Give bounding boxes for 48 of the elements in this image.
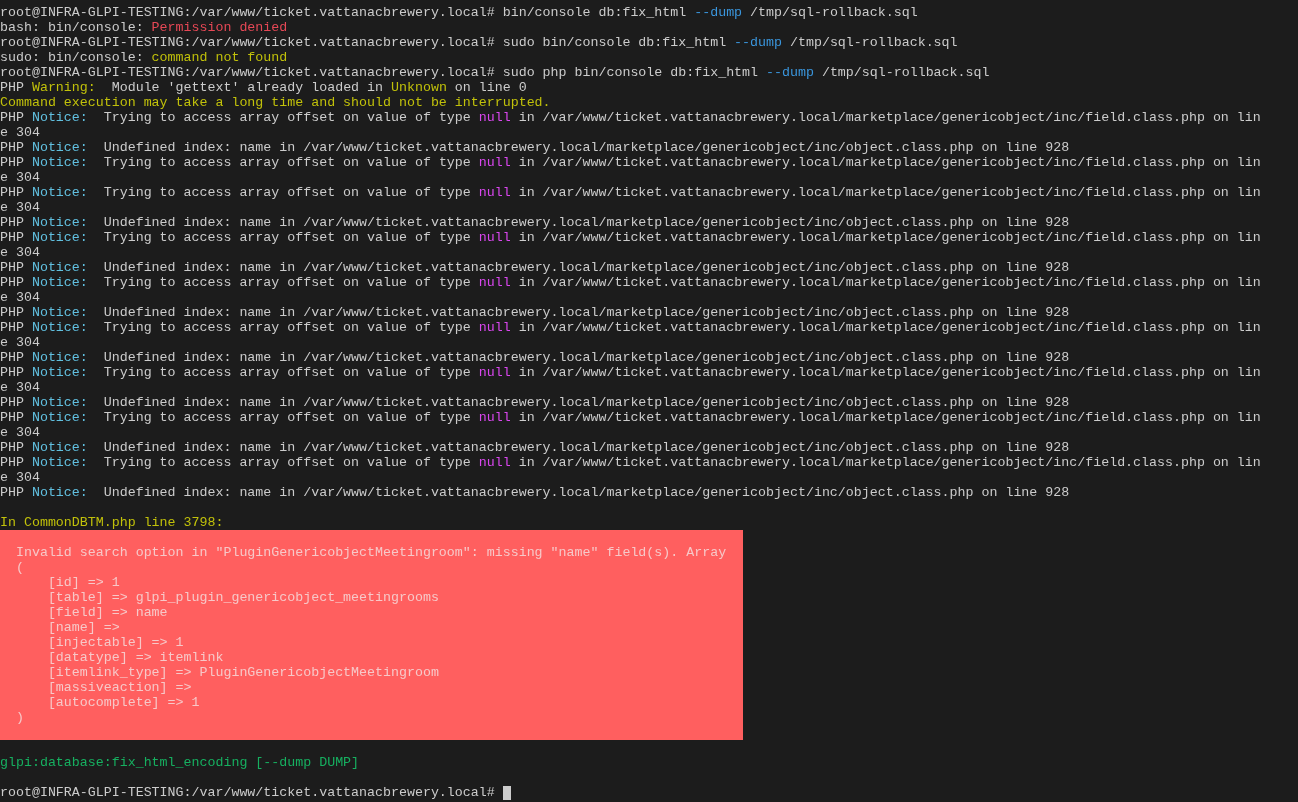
terminal-line: e 304 xyxy=(0,290,40,305)
error-line: [autocomplete] => 1 xyxy=(46,695,200,710)
terminal-line: PHP Warning: Module 'gettext' already loaded in Unknown on line 0 xyxy=(0,80,527,95)
terminal-line: PHP Notice: Trying to access array offset on value of type null in /var/www/ticket.vattanacbrewery.local/marketplace/genericobject/inc/field.class.php on lin xyxy=(0,275,1261,290)
terminal-line: PHP Notice: Trying to access array offset on value of type null in /var/www/ticket.vattanacbrewery.local/marketplace/genericobject/inc/field.class.php on lin xyxy=(0,410,1261,425)
terminal-line: In CommonDBTM.php line 3798: xyxy=(0,515,224,530)
terminal-line: e 304 xyxy=(0,170,40,185)
error-line: [id] => 1 xyxy=(46,575,120,590)
terminal-line: PHP Notice: Trying to access array offset on value of type null in /var/www/ticket.vattanacbrewery.local/marketplace/genericobject/inc/field.class.php on lin xyxy=(0,185,1261,200)
terminal-line: PHP Notice: Undefined index: name in /var/www/ticket.vattanacbrewery.local/marketplace/genericobject/inc/object.class.php on line 928 xyxy=(0,440,1070,455)
terminal-line: PHP Notice: Trying to access array offset on value of type null in /var/www/ticket.vattanacbrewery.local/marketplace/genericobject/inc/field.class.php on lin xyxy=(0,155,1261,170)
terminal-line: e 304 xyxy=(0,380,40,395)
terminal-line: e 304 xyxy=(0,470,40,485)
terminal-line: PHP Notice: Undefined index: name in /var/www/ticket.vattanacbrewery.local/marketplace/genericobject/inc/object.class.php on line 928 xyxy=(0,485,1070,500)
error-line: [massiveaction] => xyxy=(46,680,192,695)
error-line: Invalid search option in "PluginGenericobjectMeetingroom": missing "name" field(s). Array xyxy=(14,545,727,560)
terminal-line: bash: bin/console: Permission denied xyxy=(0,20,288,35)
terminal-line: PHP Notice: Trying to access array offset on value of type null in /var/www/ticket.vattanacbrewery.local/marketplace/genericobject/inc/field.class.php on lin xyxy=(0,320,1261,335)
terminal-line: e 304 xyxy=(0,125,40,140)
terminal-line: glpi:database:fix_html_encoding [--dump DUMP] xyxy=(0,755,360,770)
terminal-line: root@INFRA-GLPI-TESTING:/var/www/ticket.vattanacbrewery.local# bin/console db:fix_html --dump /tmp/sql-rollback.sql xyxy=(0,5,918,20)
terminal-line: e 304 xyxy=(0,425,40,440)
terminal-line: PHP Notice: Trying to access array offset on value of type null in /var/www/ticket.vattanacbrewery.local/marketplace/genericobject/inc/field.class.php on lin xyxy=(0,365,1261,380)
terminal-line: root@INFRA-GLPI-TESTING:/var/www/ticket.vattanacbrewery.local# sudo php bin/console db:fix_html --dump /tmp/sql-rollback.sql xyxy=(0,65,990,80)
error-line: ( xyxy=(14,560,24,575)
terminal-line: PHP Notice: Undefined index: name in /var/www/ticket.vattanacbrewery.local/marketplace/genericobject/inc/object.class.php on line 928 xyxy=(0,395,1070,410)
terminal-line: sudo: bin/console: command not found xyxy=(0,50,288,65)
terminal-line: e 304 xyxy=(0,200,40,215)
terminal-line: PHP Notice: Trying to access array offset on value of type null in /var/www/ticket.vattanacbrewery.local/marketplace/genericobject/inc/field.class.php on lin xyxy=(0,455,1261,470)
terminal-line: root@INFRA-GLPI-TESTING:/var/www/ticket.vattanacbrewery.local# sudo bin/console db:fix_html --dump /tmp/sql-rollback.sql xyxy=(0,35,958,50)
error-line: [injectable] => 1 xyxy=(46,635,184,650)
terminal-line: e 304 xyxy=(0,245,40,260)
terminal-line: PHP Notice: Trying to access array offset on value of type null in /var/www/ticket.vattanacbrewery.local/marketplace/genericobject/inc/field.class.php on lin xyxy=(0,110,1261,125)
prompt-line: root@INFRA-GLPI-TESTING:/var/www/ticket.vattanacbrewery.local# xyxy=(0,785,496,800)
error-line: [table] => glpi_plugin_genericobject_meetingrooms xyxy=(46,590,439,605)
error-line: [field] => name xyxy=(46,605,168,620)
error-line: ) xyxy=(14,710,24,725)
terminal-line: PHP Notice: Undefined index: name in /var/www/ticket.vattanacbrewery.local/marketplace/genericobject/inc/object.class.php on line 928 xyxy=(0,305,1070,320)
terminal-line: PHP Notice: Undefined index: name in /var/www/ticket.vattanacbrewery.local/marketplace/genericobject/inc/object.class.php on line 928 xyxy=(0,350,1070,365)
terminal-line: PHP Notice: Undefined index: name in /var/www/ticket.vattanacbrewery.local/marketplace/genericobject/inc/object.class.php on line 928 xyxy=(0,260,1070,275)
terminal-line: Command execution may take a long time and should not be interrupted. xyxy=(0,95,551,110)
error-line: [itemlink_type] => PluginGenericobjectMeetingroom xyxy=(46,665,439,680)
terminal-line: PHP Notice: Undefined index: name in /var/www/ticket.vattanacbrewery.local/marketplace/genericobject/inc/object.class.php on line 928 xyxy=(0,140,1070,155)
terminal-line: PHP Notice: Trying to access array offset on value of type null in /var/www/ticket.vattanacbrewery.local/marketplace/genericobject/inc/field.class.php on lin xyxy=(0,230,1261,245)
terminal-line: e 304 xyxy=(0,335,40,350)
error-line: [datatype] => itemlink xyxy=(46,650,224,665)
error-line: [name] => xyxy=(46,620,120,635)
terminal-line: PHP Notice: Undefined index: name in /var/www/ticket.vattanacbrewery.local/marketplace/genericobject/inc/object.class.php on line 928 xyxy=(0,215,1070,230)
